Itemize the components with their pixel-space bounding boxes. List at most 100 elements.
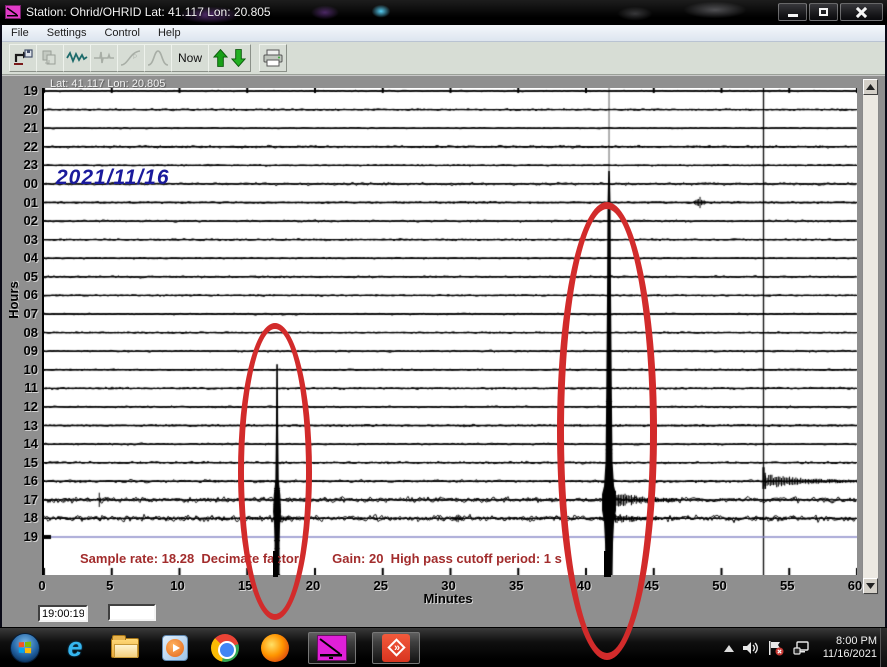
scrollbar-up-button[interactable] (863, 79, 878, 95)
filter-response-icon: P (119, 48, 143, 68)
event-bar-overlay (273, 551, 278, 577)
title-bar[interactable]: Station: Ohrid/OHRID Lat: 41.117 Lon: 20… (0, 0, 887, 25)
menu-file[interactable]: File (2, 26, 38, 40)
system-tray: 8:00 PM 11/16/2021 (724, 628, 877, 667)
x-tick-label-25: 25 (366, 578, 396, 593)
export-button[interactable] (9, 44, 37, 72)
hour-label-10-05: 05 (8, 269, 38, 284)
hour-label-4-23: 23 (8, 157, 38, 172)
vertical-scrollbar[interactable] (862, 78, 879, 595)
taskbar-chrome[interactable] (208, 632, 242, 664)
x-tick-label-10: 10 (163, 578, 193, 593)
now-button[interactable]: Now (171, 44, 209, 72)
hour-label-11-06: 06 (8, 287, 38, 302)
toolbar: P Now (2, 42, 885, 75)
print-button[interactable] (259, 44, 287, 72)
menu-bar: File Settings Control Help (2, 25, 885, 42)
menu-settings[interactable]: Settings (38, 26, 96, 40)
x-tick-label-0: 0 (27, 578, 57, 593)
hour-label-18-13: 13 (8, 418, 38, 433)
taskbar-seismograph-app[interactable] (308, 632, 356, 664)
hour-label-14-09: 09 (8, 343, 38, 358)
network-button[interactable] (793, 641, 810, 655)
hour-label-8-03: 03 (8, 232, 38, 247)
hour-label-15-10: 10 (8, 362, 38, 377)
x-tick-label-45: 45 (637, 578, 667, 593)
copy-icon (40, 49, 60, 67)
show-desktop-button[interactable] (880, 628, 887, 667)
maximize-icon (819, 8, 828, 16)
hour-label-24-19: 19 (8, 529, 38, 544)
now-button-label: Now (172, 51, 208, 65)
hour-label-20-15: 15 (8, 455, 38, 470)
x-tick-label-40: 40 (569, 578, 599, 593)
menu-control[interactable]: Control (95, 26, 148, 40)
taskbar-media-player[interactable] (158, 632, 192, 664)
seismograph-app-icon (317, 635, 347, 661)
hour-label-13-08: 08 (8, 325, 38, 340)
taskbar-firefox[interactable] (258, 632, 292, 664)
impulse-filter-button-disabled[interactable] (90, 44, 118, 72)
x-tick-label-15: 15 (230, 578, 260, 593)
x-tick-label-5: 5 (95, 578, 125, 593)
x-axis-title: Minutes (416, 591, 480, 606)
gaussian-filter-button-disabled[interactable] (144, 44, 172, 72)
taskbar-clock[interactable]: 8:00 PM 11/16/2021 (823, 635, 877, 661)
waveform-button[interactable] (63, 44, 91, 72)
svg-text:P: P (133, 55, 137, 61)
hour-label-1-20: 20 (8, 102, 38, 117)
x-tick-label-35: 35 (501, 578, 531, 593)
internet-explorer-icon: e (67, 634, 82, 661)
taskbar: e » 8:00 PM (0, 627, 887, 667)
minimize-icon (788, 14, 798, 17)
x-tick-label-50: 50 (705, 578, 735, 593)
date-label: 2021/11/16 (56, 166, 170, 190)
close-icon (856, 7, 867, 18)
green-down-arrow-icon (231, 48, 246, 68)
hour-label-2-21: 21 (8, 120, 38, 135)
show-hidden-icons-button[interactable] (724, 645, 734, 652)
desktop-screen: Station: Ohrid/OHRID Lat: 41.117 Lon: 20… (0, 0, 887, 667)
firefox-icon (261, 634, 289, 662)
hour-label-12-07: 07 (8, 306, 38, 321)
taskbar-file-explorer[interactable] (108, 632, 142, 664)
taskbar-remote-app[interactable]: » (372, 632, 420, 664)
x-tick-label-30: 30 (434, 578, 464, 593)
up-arrow-icon (724, 645, 734, 652)
filter-response-button-disabled[interactable]: P (117, 44, 145, 72)
printer-icon (262, 49, 284, 67)
aux-field[interactable] (108, 604, 156, 621)
remote-app-icon: » (382, 634, 410, 662)
helicorder-canvas[interactable] (44, 88, 857, 575)
menu-help[interactable]: Help (149, 26, 190, 40)
maximize-button[interactable] (809, 3, 838, 21)
copy-button-disabled[interactable] (36, 44, 64, 72)
clock-time: 8:00 PM (823, 635, 877, 648)
window-title: Station: Ohrid/OHRID Lat: 41.117 Lon: 20… (26, 5, 271, 19)
hour-label-5-00: 00 (8, 176, 38, 191)
impulse-icon (93, 49, 115, 67)
volume-button[interactable] (743, 641, 759, 655)
green-up-arrow-icon (213, 48, 228, 68)
scroll-up-icon (866, 84, 875, 90)
scroll-updown-button[interactable] (208, 44, 251, 72)
chrome-icon (211, 634, 239, 662)
hour-label-7-02: 02 (8, 213, 38, 228)
app-icon (5, 5, 21, 19)
taskbar-internet-explorer[interactable]: e (58, 632, 92, 664)
x-tick-label-55: 55 (772, 578, 802, 593)
minimize-button[interactable] (778, 3, 807, 21)
close-button[interactable] (840, 3, 883, 21)
export-icon (13, 49, 33, 67)
hour-label-0-19: 19 (8, 83, 38, 98)
hour-label-6-01: 01 (8, 195, 38, 210)
current-time-field[interactable] (38, 605, 88, 622)
hour-label-9-04: 04 (8, 250, 38, 265)
start-button[interactable] (8, 632, 42, 664)
action-center-button[interactable] (768, 641, 784, 656)
speaker-icon (743, 641, 759, 655)
network-icon (793, 641, 810, 655)
hour-label-17-12: 12 (8, 399, 38, 414)
helicorder-plot[interactable] (42, 88, 855, 575)
hour-label-22-17: 17 (8, 492, 38, 507)
